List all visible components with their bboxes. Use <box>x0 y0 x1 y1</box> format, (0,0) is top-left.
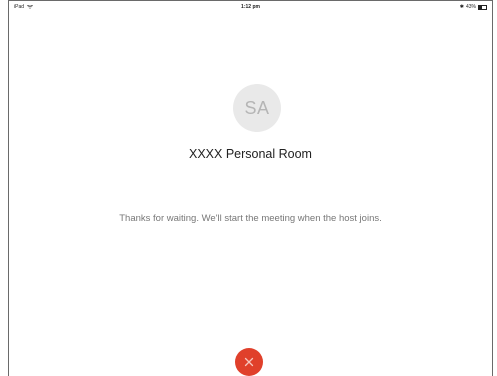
app-frame: iPad 1:12 pm ✱ 43% SA XXXX Personal Room… <box>8 0 493 376</box>
battery-percent: 43% <box>465 4 476 10</box>
waiting-message: Thanks for waiting. We'll start the meet… <box>119 213 382 224</box>
status-bar: iPad 1:12 pm ✱ 43% <box>9 1 492 13</box>
battery-icon <box>478 4 487 10</box>
status-time: 1:12 pm <box>241 4 260 10</box>
room-title: XXXX Personal Room <box>189 147 312 161</box>
leave-meeting-button[interactable] <box>235 348 263 376</box>
bluetooth-icon: ✱ <box>459 4 464 10</box>
close-icon <box>244 357 254 367</box>
status-right: ✱ 43% <box>460 4 487 10</box>
avatar: SA <box>233 84 281 132</box>
avatar-initials: SA <box>244 97 270 118</box>
